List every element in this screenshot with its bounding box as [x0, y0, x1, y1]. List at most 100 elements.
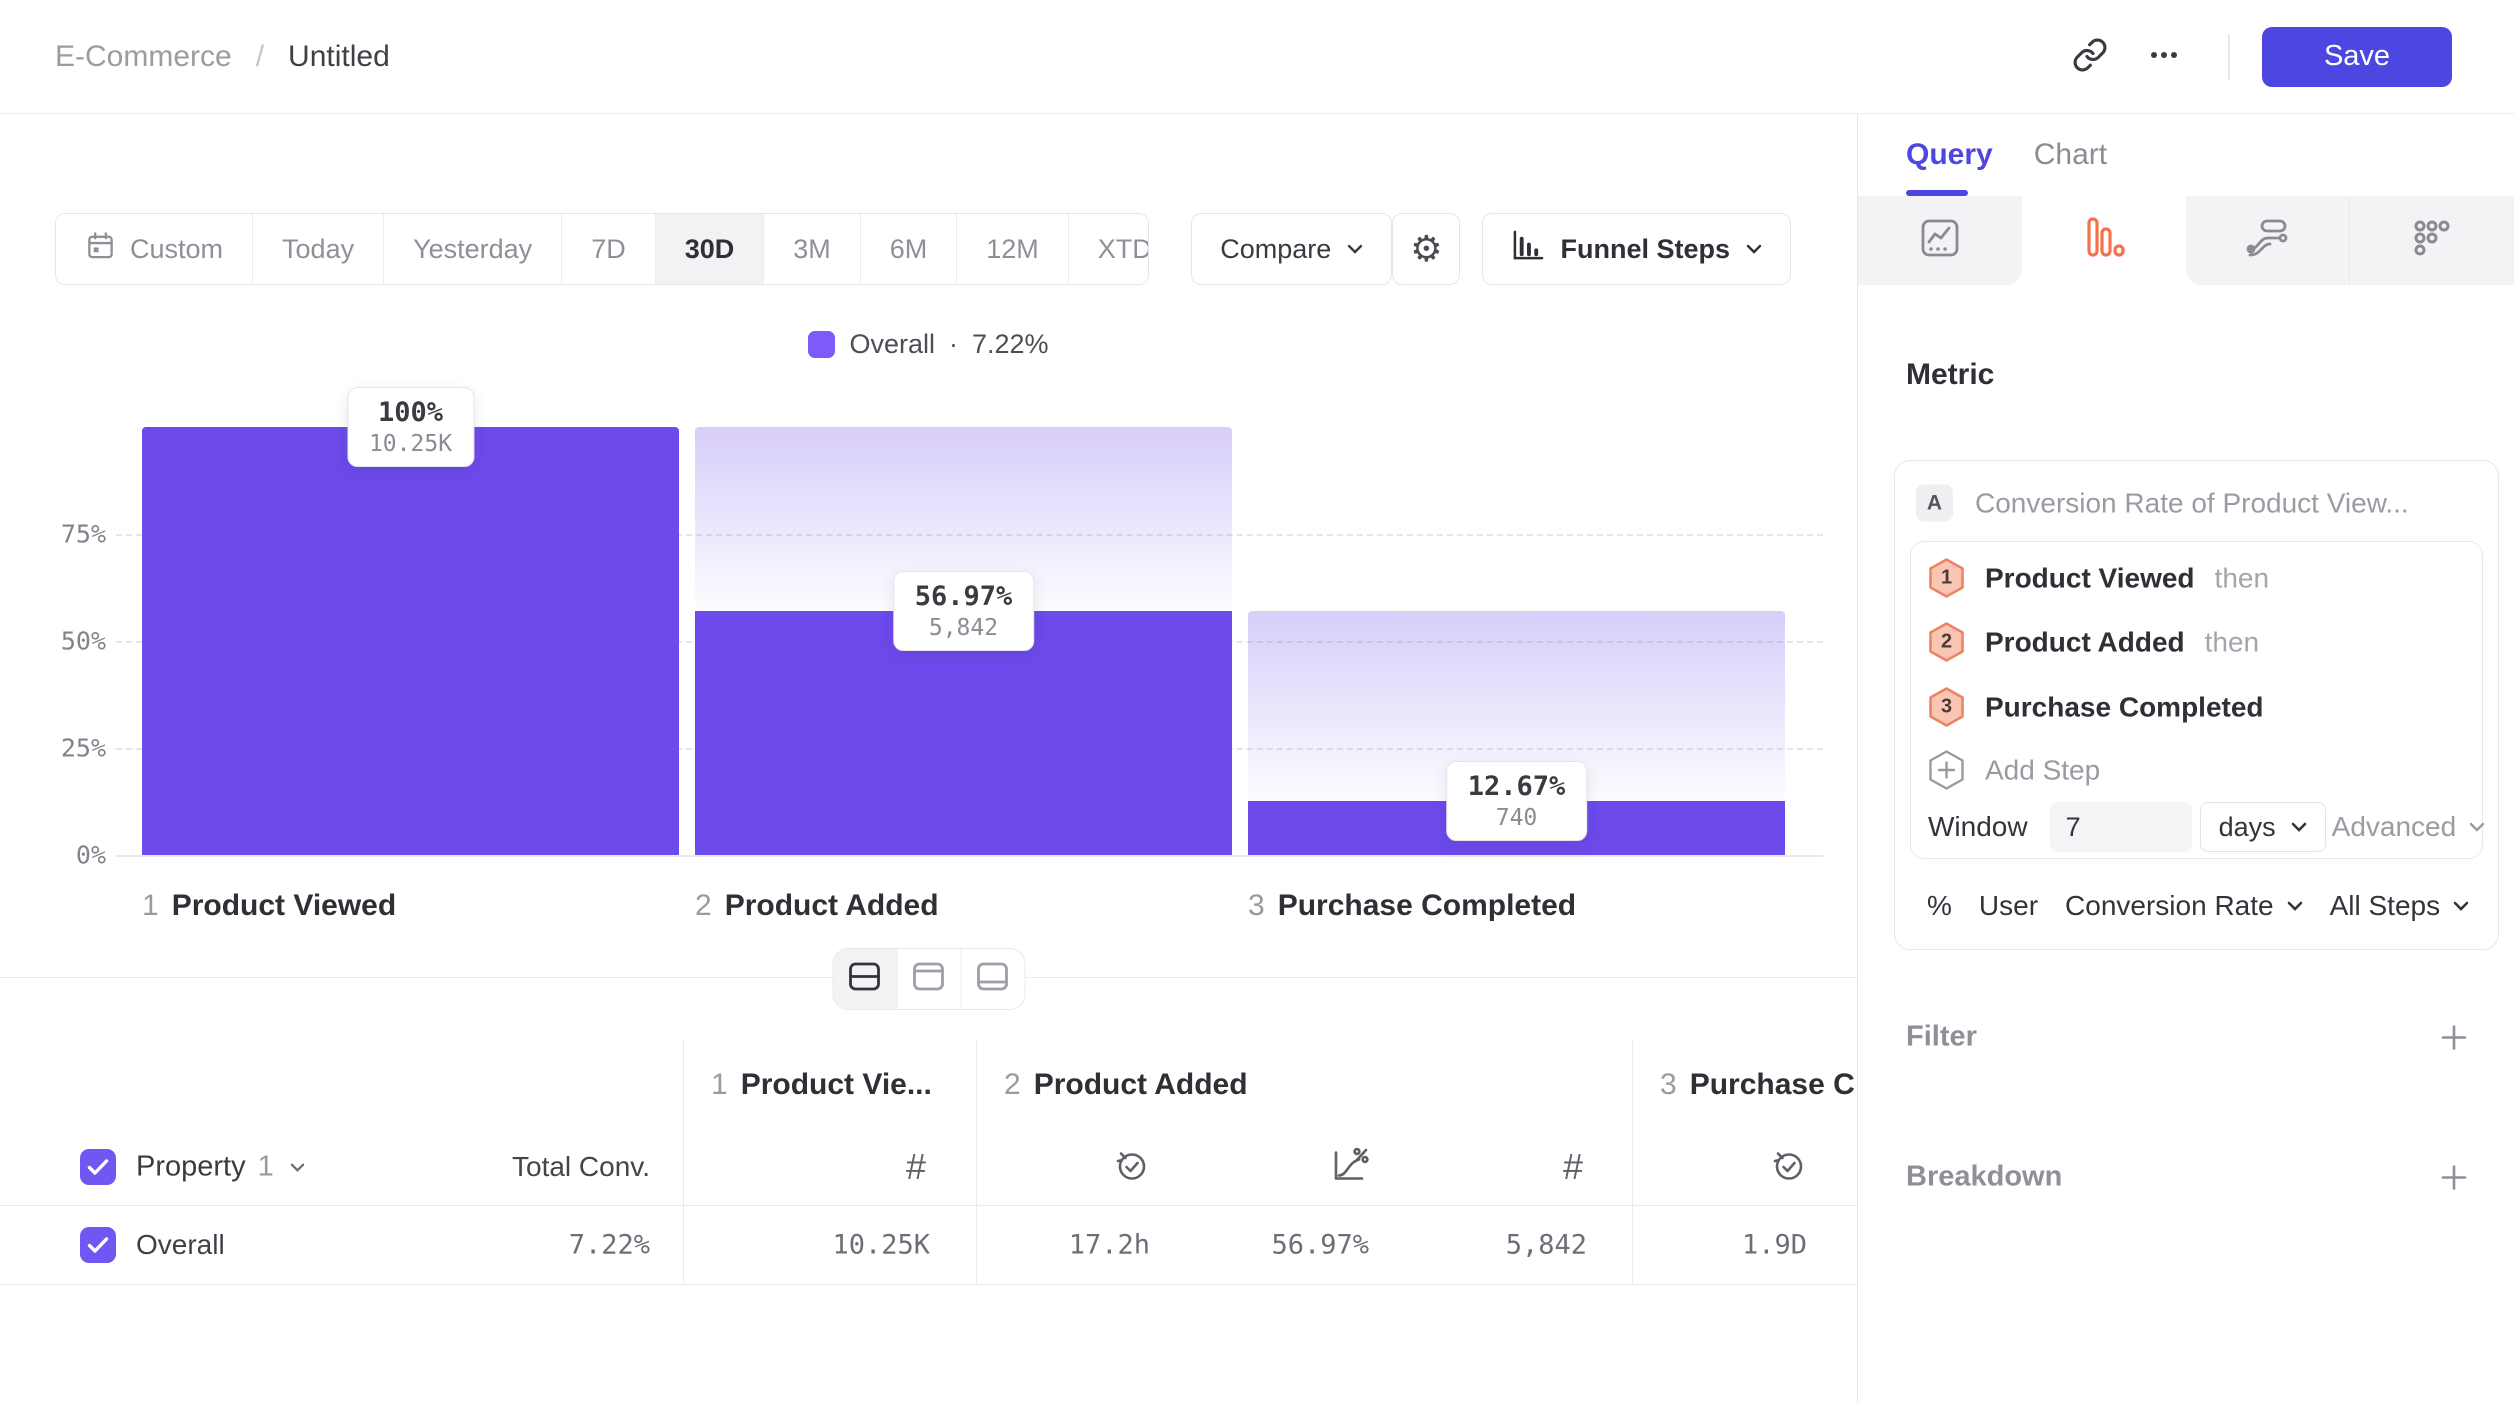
total-conv-header[interactable]: Total Conv.: [420, 1151, 650, 1183]
step-row-1[interactable]: 1 Product Viewed then: [1928, 558, 2472, 599]
breadcrumb-project[interactable]: E-Commerce: [55, 40, 232, 74]
cell-step3-time: 1.9D: [1577, 1230, 1807, 1261]
metric-badge: A: [1916, 485, 1953, 522]
funnel-report-app: E-Commerce / Untitled: [0, 0, 2514, 1402]
step-row-2[interactable]: 2 Product Added then: [1928, 622, 2472, 663]
add-step-button[interactable]: Add Step: [1928, 750, 2472, 791]
chevron-down-icon: [2469, 822, 2485, 832]
y-tick-25: 25%: [14, 734, 106, 763]
top-panel-icon: [912, 961, 946, 997]
legend-value: 7.22%: [972, 329, 1049, 360]
x-axis-baseline: [116, 855, 1823, 857]
count-column-icon[interactable]: #: [906, 1146, 926, 1188]
range-xtd[interactable]: XTD: [1069, 214, 1149, 284]
add-breakdown-button[interactable]: [2438, 1161, 2470, 1193]
tab-query[interactable]: Query: [1906, 138, 1993, 172]
funnel-step-label: 3Purchase Completed: [1248, 889, 1576, 923]
range-30d[interactable]: 30D: [656, 214, 765, 284]
layout-toggle: [832, 948, 1025, 1010]
range-today[interactable]: Today: [253, 214, 384, 284]
range-3m[interactable]: 3M: [764, 214, 861, 284]
cell-step1-count: 10.25K: [700, 1230, 930, 1261]
top-actions: Save: [2058, 25, 2452, 89]
date-range-control: Custom Today Yesterday 7D 30D 3M 6M 12M …: [55, 213, 1149, 285]
retention-tab[interactable]: [2350, 196, 2514, 285]
chevron-down-icon: [1746, 244, 1762, 254]
breakdown-section: Breakdown: [1906, 1161, 2470, 1194]
compare-button[interactable]: Compare: [1191, 213, 1392, 285]
funnel-bar[interactable]: [142, 427, 679, 855]
active-tab-underline: [1906, 190, 1968, 196]
layout-table-only-button[interactable]: [961, 949, 1024, 1009]
funnel-annotation: 56.97%5,842: [893, 571, 1035, 651]
save-button[interactable]: Save: [2262, 27, 2452, 87]
row-name: Overall: [136, 1229, 225, 1261]
avg-time-column-icon[interactable]: [1769, 1146, 1807, 1189]
chart-settings-button[interactable]: ⚙: [1392, 213, 1460, 285]
range-yesterday[interactable]: Yesterday: [384, 214, 562, 284]
insights-tab[interactable]: [1858, 196, 2022, 285]
metric-card: A Conversion Rate of Product View... 1 P…: [1894, 460, 2499, 950]
metric-section-heading: Metric: [1906, 358, 1994, 392]
range-custom[interactable]: Custom: [56, 214, 253, 284]
more-menu-button[interactable]: [2132, 25, 2196, 89]
measure-row: % User Conversion Rate All Steps: [1927, 890, 2478, 922]
column-divider: [683, 1040, 684, 1285]
content: Custom Today Yesterday 7D 30D 3M 6M 12M …: [0, 114, 2514, 1402]
window-value-input[interactable]: [2050, 802, 2192, 852]
add-filter-button[interactable]: [2438, 1021, 2470, 1053]
select-all-checkbox[interactable]: [80, 1149, 116, 1185]
count-column-icon[interactable]: #: [1563, 1146, 1583, 1188]
counting-method-user[interactable]: User: [1979, 890, 2038, 922]
funnel-icon: [2082, 215, 2126, 266]
funnel-annotation: 12.67%740: [1446, 761, 1588, 841]
breadcrumb: E-Commerce / Untitled: [55, 40, 390, 74]
range-6m[interactable]: 6M: [861, 214, 958, 284]
range-7d[interactable]: 7D: [562, 214, 656, 284]
report-canvas: Custom Today Yesterday 7D 30D 3M 6M 12M …: [0, 114, 1857, 1402]
layout-split-button[interactable]: [833, 949, 897, 1009]
cell-step2-rate: 56.97%: [1139, 1230, 1369, 1261]
range-label: Custom: [130, 234, 223, 265]
measure-select[interactable]: Conversion Rate: [2065, 890, 2303, 922]
chevron-down-icon: [290, 1162, 305, 1172]
avg-time-column-icon[interactable]: [1112, 1146, 1150, 1189]
share-link-button[interactable]: [2058, 25, 2122, 89]
header-row-divider: [0, 1205, 1857, 1206]
window-label: Window: [1928, 811, 2028, 843]
report-title[interactable]: Untitled: [288, 40, 390, 74]
gear-icon: ⚙: [1410, 228, 1442, 270]
funnel-step-label: 1Product Viewed: [142, 889, 396, 923]
conv-rate-column-icon[interactable]: [1330, 1145, 1370, 1190]
advanced-toggle[interactable]: Advanced: [2326, 810, 2492, 844]
funnel-step-label: 2Product Added: [695, 889, 939, 923]
chart-type-selector[interactable]: Funnel Steps: [1482, 213, 1791, 285]
chart-toolbar: Custom Today Yesterday 7D 30D 3M 6M 12M …: [55, 213, 1791, 285]
window-unit-select[interactable]: days: [2200, 802, 2326, 852]
property-selector[interactable]: Property1: [136, 1151, 305, 1184]
metric-title-row[interactable]: A Conversion Rate of Product View...: [1916, 485, 2482, 522]
row-checkbox[interactable]: [80, 1227, 116, 1263]
step-2-badge-icon: 2: [1928, 622, 1965, 663]
add-step-plus-icon: [1928, 750, 1965, 791]
y-tick-50: 50%: [14, 627, 106, 656]
filter-heading: Filter: [1906, 1021, 1977, 1054]
range-12m[interactable]: 12M: [957, 214, 1069, 284]
chart-legend[interactable]: Overall · 7.22%: [0, 326, 1857, 362]
cell-total-conv: 7.22%: [420, 1230, 650, 1261]
breakdown-heading: Breakdown: [1906, 1161, 2062, 1194]
metric-title: Conversion Rate of Product View...: [1975, 487, 2409, 519]
y-tick-0: 0%: [14, 841, 106, 870]
chevron-down-icon: [2453, 901, 2469, 911]
step-row-3[interactable]: 3 Purchase Completed: [1928, 687, 2472, 728]
funnels-tab[interactable]: [2022, 196, 2186, 285]
flows-tab[interactable]: [2186, 196, 2350, 285]
table-group-step2: 2Product Added: [1004, 1068, 1248, 1102]
top-bar-divider: [2228, 34, 2230, 80]
link-icon: [2072, 37, 2108, 76]
layout-chart-only-button[interactable]: [897, 949, 961, 1009]
tab-chart[interactable]: Chart: [2034, 138, 2107, 172]
insights-icon: [1918, 216, 1962, 265]
steps-scope-select[interactable]: All Steps: [2330, 890, 2470, 922]
filter-section: Filter: [1906, 1021, 2470, 1054]
